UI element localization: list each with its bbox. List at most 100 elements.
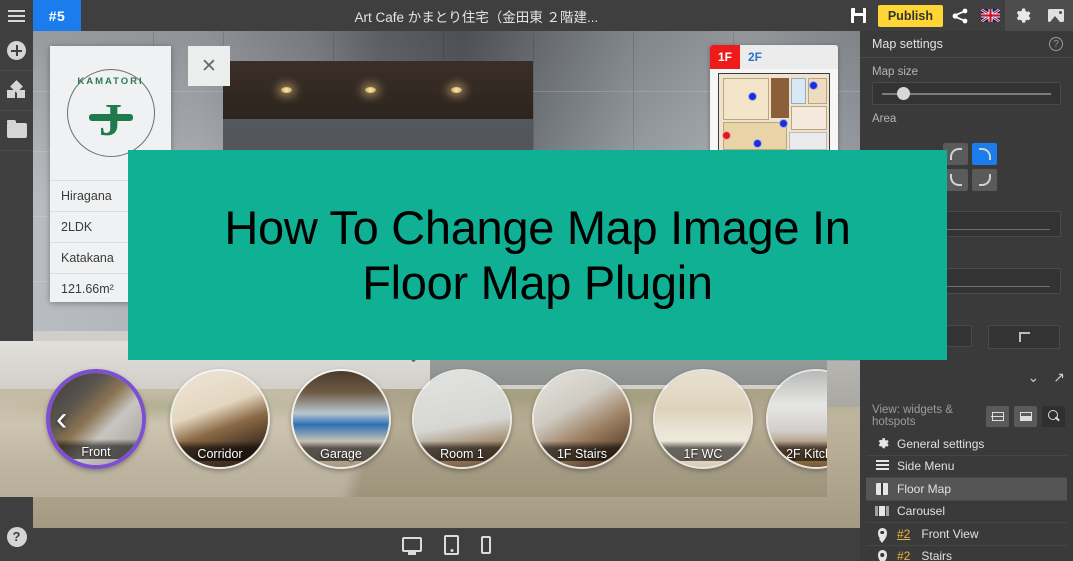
sidebar-item-front-view[interactable]: #2 Front View: [866, 523, 1067, 546]
view-filled-button[interactable]: [1014, 405, 1037, 427]
overlay-title: How To Change Map Image In Floor Map Plu…: [224, 200, 851, 311]
sidebar-item-carousel[interactable]: Carousel: [866, 501, 1067, 523]
floor-hotspot[interactable]: [809, 81, 818, 90]
widgets-icon: [6, 79, 27, 100]
tutorial-title-overlay: How To Change Map Image In Floor Map Plu…: [128, 150, 947, 360]
kamatori-logo: KAMATORI J: [66, 69, 155, 157]
question-mark-icon: ?: [6, 526, 27, 547]
list-item[interactable]: 1F Stairs: [532, 369, 632, 469]
carousel-strip: ⌄ ‹ Front Corridor Garage Room 1 1: [0, 341, 827, 497]
floor-map-tabs: 1F 2F: [710, 45, 838, 69]
sidebar-item-side-menu[interactable]: Side Menu: [866, 456, 1067, 478]
area-selector: [943, 143, 1003, 191]
settings-button[interactable]: [1005, 0, 1039, 31]
list-item[interactable]: › 2F Kitchen: [766, 369, 827, 469]
corner-bottom-left-icon: [949, 174, 962, 186]
list-item-label: Corridor: [172, 441, 268, 461]
area-bottom-right[interactable]: [972, 169, 997, 191]
list-item[interactable]: 1F WC: [653, 369, 753, 469]
gear-icon: [875, 437, 889, 450]
widgets-button[interactable]: [0, 71, 33, 111]
chevron-down-icon[interactable]: ⌄: [1028, 369, 1040, 386]
entry-soffit: [223, 61, 533, 119]
list-item-label: 1F Stairs: [534, 441, 630, 461]
mobile-icon[interactable]: [481, 535, 491, 554]
list-item-label: 2F Kitchen: [768, 441, 827, 461]
media-button[interactable]: [1039, 0, 1073, 31]
corner-icon: [1018, 332, 1030, 342]
panel-title: Map settings: [872, 37, 943, 51]
sidebar-item-label: General settings: [897, 436, 985, 451]
question-mark-icon[interactable]: ?: [1049, 37, 1063, 51]
area-top-right[interactable]: [972, 143, 997, 165]
close-icon[interactable]: ✕: [188, 46, 230, 86]
carousel-thumbnails: ‹ Front Corridor Garage Room 1 1F Stairs: [0, 369, 827, 497]
desktop-icon[interactable]: [402, 537, 422, 552]
view-split-button[interactable]: [986, 405, 1009, 427]
list-item[interactable]: Room 1: [412, 369, 512, 469]
sidebar-item-general-settings[interactable]: General settings: [866, 433, 1067, 456]
area-label: Area: [872, 113, 897, 125]
uk-flag-icon: [980, 9, 1000, 22]
floor-hotspot[interactable]: [779, 119, 788, 128]
save-button[interactable]: [842, 0, 876, 31]
media-library-button[interactable]: [0, 111, 33, 151]
floor-hotspot[interactable]: [753, 139, 762, 148]
floor-tab-2f[interactable]: 2F: [740, 45, 770, 69]
pin-icon: [875, 550, 889, 561]
help-button[interactable]: ?: [0, 520, 33, 553]
floor-map-widget[interactable]: 1F 2F: [710, 45, 838, 157]
hamburger-icon[interactable]: [0, 0, 33, 31]
logo-bar: [88, 114, 133, 121]
slider-handle[interactable]: [897, 87, 910, 100]
panel-footer-actions: ⌄ ↗: [1028, 369, 1065, 386]
publish-button[interactable]: Publish: [877, 4, 943, 27]
overlay-title-line2: Floor Map Plugin: [362, 256, 713, 309]
list-item-label: 1F WC: [655, 441, 751, 461]
device-preview-bar: [33, 528, 860, 561]
image-icon: [1048, 9, 1064, 22]
floor-tab-1f[interactable]: 1F: [710, 45, 740, 69]
tour-number-tag[interactable]: #5: [33, 0, 81, 31]
corner-top-left-icon: [949, 148, 962, 160]
corner-top-right-icon: [978, 148, 991, 160]
language-button[interactable]: [975, 0, 1005, 31]
expand-arrow-icon[interactable]: ↗: [1053, 369, 1065, 386]
view-search-button[interactable]: [1042, 405, 1065, 427]
list-item[interactable]: Garage: [291, 369, 391, 469]
floor-hotspot-active[interactable]: [722, 131, 731, 140]
map-size-slider[interactable]: [872, 82, 1061, 105]
setting-field[interactable]: [988, 325, 1060, 349]
widget-list: General settings Side Menu Floor Map Car…: [866, 433, 1067, 561]
list-item-label: Room 1: [414, 441, 510, 461]
tablet-icon[interactable]: [444, 534, 459, 555]
logo-wordmark: KAMATORI: [77, 76, 144, 87]
sidebar-item-label: Floor Map: [897, 481, 952, 496]
panel-header: Map settings ?: [860, 31, 1073, 58]
list-item-label: Front: [50, 439, 142, 459]
sidebar-item-hash[interactable]: #2: [897, 549, 910, 561]
sidebar-item-floor-map[interactable]: Floor Map: [866, 478, 1067, 501]
sidebar-item-label: Front View: [921, 526, 979, 541]
list-item[interactable]: Corridor: [170, 369, 270, 469]
view-filter-row: View: widgets & hotspots: [860, 400, 1073, 432]
top-bar: #5 Art Cafe かまとり住宅（金田東 ２階建... Publish: [0, 0, 1073, 31]
sidebar-item-hash[interactable]: #2: [897, 527, 910, 541]
corner-bottom-right-icon: [978, 174, 991, 186]
save-icon: [851, 8, 867, 23]
carousel-icon: [875, 505, 889, 517]
bars-icon: [875, 459, 889, 473]
sidebar-item-label: Carousel: [897, 504, 946, 519]
floor-hotspot[interactable]: [748, 92, 757, 101]
sidebar-item-stairs[interactable]: #2 Stairs: [866, 546, 1067, 561]
sidebar-item-label: Side Menu: [897, 459, 955, 474]
topbar-actions: Publish: [842, 0, 1073, 31]
floor-plan[interactable]: [710, 69, 838, 157]
carousel-prev-arrow[interactable]: ‹: [56, 402, 67, 436]
add-tour-button[interactable]: [0, 31, 33, 71]
page-title: Art Cafe かまとり住宅（金田東 ２階建...: [354, 9, 599, 25]
list-item[interactable]: ‹ Front: [46, 369, 146, 469]
split-layout-icon: [991, 411, 1004, 421]
share-button[interactable]: [945, 0, 975, 31]
overlay-title-line1: How To Change Map Image In: [224, 200, 851, 254]
